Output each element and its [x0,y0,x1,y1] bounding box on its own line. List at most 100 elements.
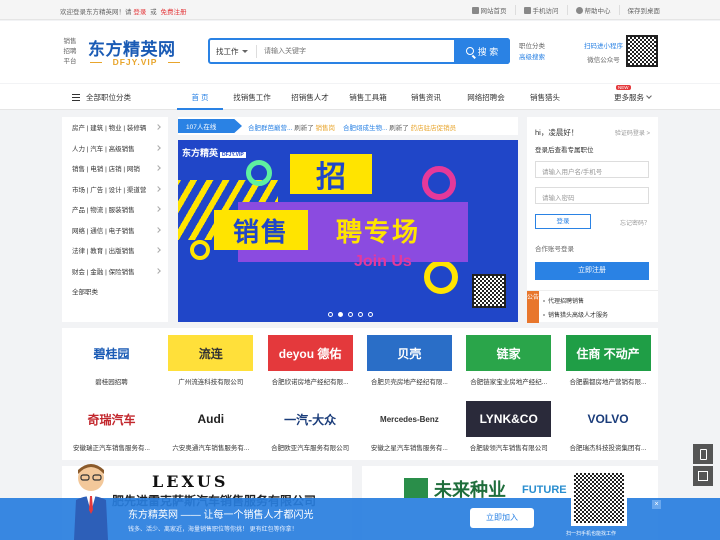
company-card[interactable]: 住商 不动产 合肥霸都房地产营销有限... [559,328,658,394]
search-icon [465,47,474,55]
all-categories-button[interactable]: 全部职位分类 [72,92,131,103]
chevron-right-icon [155,124,161,131]
register-link[interactable]: 免费注册 [160,9,186,16]
login-panel: hi，凌晨好！ 验证码登录 > 登录后查看专属职位 请输入用户名/手机号 请输入… [527,117,658,323]
advanced-search-link[interactable]: 高级搜索 [519,52,545,63]
category-item[interactable]: 销售 | 电销 | 店销 | 网销 [62,158,168,179]
more-services[interactable]: NEW 更多服务 [614,85,652,103]
category-item[interactable]: 产品 | 物流 | 服装销售 [62,199,168,220]
chevron-right-icon [155,226,161,233]
phone-icon [523,6,531,14]
login-link[interactable]: 登录 [133,9,146,16]
password-field[interactable]: 请输入密码 [535,187,649,204]
company-card[interactable]: 奇瑞汽车 安徽瑞正汽车销售服务有... [62,394,161,460]
category-item[interactable]: 全部职类 [62,281,168,302]
help-icon [575,6,583,14]
join-now-button[interactable]: 立即加入 [470,508,534,528]
header-qr-code [626,35,658,67]
company-card[interactable]: 流连 广州流连科技有限公司 [161,328,260,394]
top-bar: 欢迎登录东方精英网！请 登录 或 免费注册 网站首页 手机访问 帮助中心 保存到… [0,0,720,20]
carousel-dot[interactable] [358,312,363,317]
category-item[interactable]: 人力 | 汽车 | 高级销售 [62,138,168,159]
company-card[interactable]: LYNK&CO 合肥骏领汽车销售有限公司 [459,394,558,460]
forgot-password-link[interactable]: 忘记密码？ [620,218,650,227]
online-count: 107人在线 [178,119,242,133]
home-link[interactable]: 网站首页 [464,5,516,15]
notice-item[interactable]: 代理招聘销售 [543,296,584,305]
company-name: 碧桂园招聘 [95,379,128,386]
company-card[interactable]: 一汽-大众 合肥欧亚汽车服务有限公司 [261,394,360,460]
menu-icon [72,94,80,101]
hero-banner[interactable]: 东方精英 DFJY.VIP 招 销售 聘专场 Join Us [178,140,518,322]
site-logo[interactable]: 销售 招聘 平台 东方精英网 DFJY.VIP [62,35,184,71]
carousel-dots [328,312,373,317]
phone-icon [699,448,707,460]
nav-job-fair[interactable]: 网络招聘会 [455,84,517,110]
category-item[interactable]: 财会 | 金融 | 保险销售 [62,261,168,282]
chevron-right-icon [155,206,161,213]
register-button[interactable]: 立即注册 [535,262,649,280]
carousel-dot[interactable] [338,312,343,317]
nav-home[interactable]: 首 页 [177,84,223,110]
username-field[interactable]: 请输入用户名/手机号 [535,161,649,178]
mini-program: 扫码进小程序 微信公众号 [584,43,623,64]
partner-login-link[interactable]: 合作账号登录 [535,243,574,253]
notice-tag: 公告 [527,291,539,323]
company-name: 合肥链家宝业房地产经纪... [470,379,548,386]
company-name: 广州流连科技有限公司 [178,379,244,386]
company-card[interactable]: deyou 德佑 合肥欣诺房地产经纪有限... [261,328,360,394]
company-card[interactable]: Audi 六安奥通汽车销售服务有... [161,394,260,460]
company-card[interactable]: 链家合肥链家宝业房地产经纪... [459,328,558,394]
nav-hire[interactable]: 招销售人才 [281,84,339,110]
category-item[interactable]: 市场 | 广告 | 设计 | 渠道营 [62,179,168,200]
company-card[interactable]: 贝壳 合肥贝壳房地产经纪有限... [360,328,459,394]
login-button[interactable]: 登录 [535,214,591,229]
floating-tools [693,444,713,488]
category-item[interactable]: 网络 | 通信 | 电子销售 [62,220,168,241]
company-name: 安徽瑞正汽车销售服务有... [73,445,150,452]
sms-login-link[interactable]: 验证码登录 > [615,128,650,137]
caret-down-icon [241,50,248,53]
bottom-qr-code [571,470,627,526]
qr-icon [698,471,708,481]
ticker-item[interactable]: 合肥翊成生物... 刷新了 药店驻店促销员 [343,122,456,132]
nav-items: 首 页 找销售工作 招销售人才 销售工具箱 销售资讯 网络招聘会 销售猎头 [177,84,573,110]
category-item[interactable]: 法律 | 教育 | 出版销售 [62,240,168,261]
banner-join-us: Join Us [354,253,412,270]
header: 销售 招聘 平台 东方精英网 DFJY.VIP 找工作 搜 索 职位分类 高级搜… [0,21,720,83]
save-desktop-link[interactable]: 保存到桌面 [620,5,661,15]
carousel-dot[interactable] [328,312,333,317]
new-badge: NEW [616,85,631,90]
search-button[interactable]: 搜 索 [454,38,510,64]
chevron-right-icon [155,267,161,274]
mobile-tool-button[interactable] [693,444,713,464]
carousel-dot[interactable] [348,312,353,317]
search-category-select[interactable]: 找工作 [216,46,248,57]
company-card[interactable]: 碧桂园 碧桂园招聘 [62,328,161,394]
mobile-link[interactable]: 手机访问 [516,5,568,15]
help-link[interactable]: 帮助中心 [568,5,620,15]
home-icon [471,6,479,14]
carousel-dot[interactable] [368,312,373,317]
qr-tool-button[interactable] [693,466,713,486]
company-logo: 链家 [466,335,552,371]
company-logo: Mercedes-Benz [366,401,452,437]
banner-qr-code [472,274,506,308]
banner-xiaoshou: 销售 [214,210,308,250]
nav-toolbox[interactable]: 销售工具箱 [339,84,397,110]
search-input[interactable] [264,43,454,59]
job-category-link[interactable]: 职位分类 [519,41,545,52]
notice-item[interactable]: 销售猎头高级人才服务 [543,310,608,319]
nav-headhunter[interactable]: 销售猎头 [517,84,573,110]
qr-caption: 扫一扫手机也能找工作 [566,531,617,537]
login-tip: 登录后查看专属职位 [535,147,594,154]
close-icon[interactable]: × [652,500,661,509]
company-name: 合肥骏领汽车销售有限公司 [469,445,548,452]
company-card[interactable]: VOLVO 合肥瑞杰科技投资集团有... [559,394,658,460]
company-logo: deyou 德佑 [267,335,353,371]
nav-news[interactable]: 销售资讯 [397,84,455,110]
company-card[interactable]: Mercedes-Benz 安徽之星汽车销售服务有... [360,394,459,460]
category-item[interactable]: 房产 | 建筑 | 物业 | 装修辆 [62,117,168,138]
nav-find-job[interactable]: 找销售工作 [223,84,281,110]
ticker-item[interactable]: 合肥群芭巅营... 刷新了 销售岗 [248,122,335,132]
